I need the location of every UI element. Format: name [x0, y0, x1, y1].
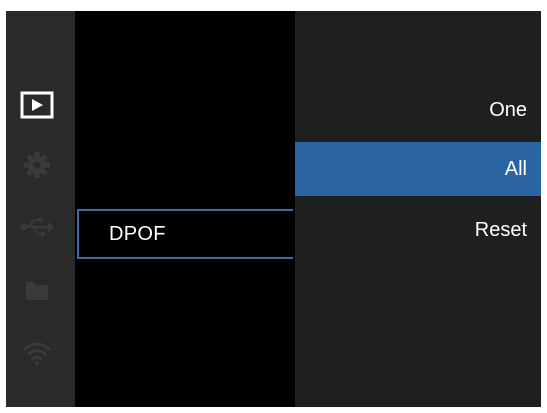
sidebar — [6, 11, 75, 407]
menu-item-label: DPOF — [109, 222, 166, 245]
folder-icon[interactable] — [18, 274, 56, 306]
wifi-icon[interactable] — [18, 337, 56, 369]
option-all[interactable]: All — [295, 142, 541, 196]
option-label: One — [489, 98, 527, 121]
menu-list: DPOF — [75, 11, 295, 407]
options-panel: One All Reset — [295, 11, 541, 407]
playback-icon[interactable] — [18, 89, 56, 121]
usb-icon[interactable] — [18, 211, 56, 243]
option-label: Reset — [474, 218, 527, 241]
option-one[interactable]: One — [295, 83, 541, 137]
option-reset[interactable]: Reset — [295, 203, 541, 257]
camera-menu-screen: DPOF One All Reset — [6, 11, 541, 407]
gear-icon[interactable] — [18, 149, 56, 181]
option-label: All — [504, 157, 527, 180]
menu-item-dpof[interactable]: DPOF — [77, 209, 293, 259]
